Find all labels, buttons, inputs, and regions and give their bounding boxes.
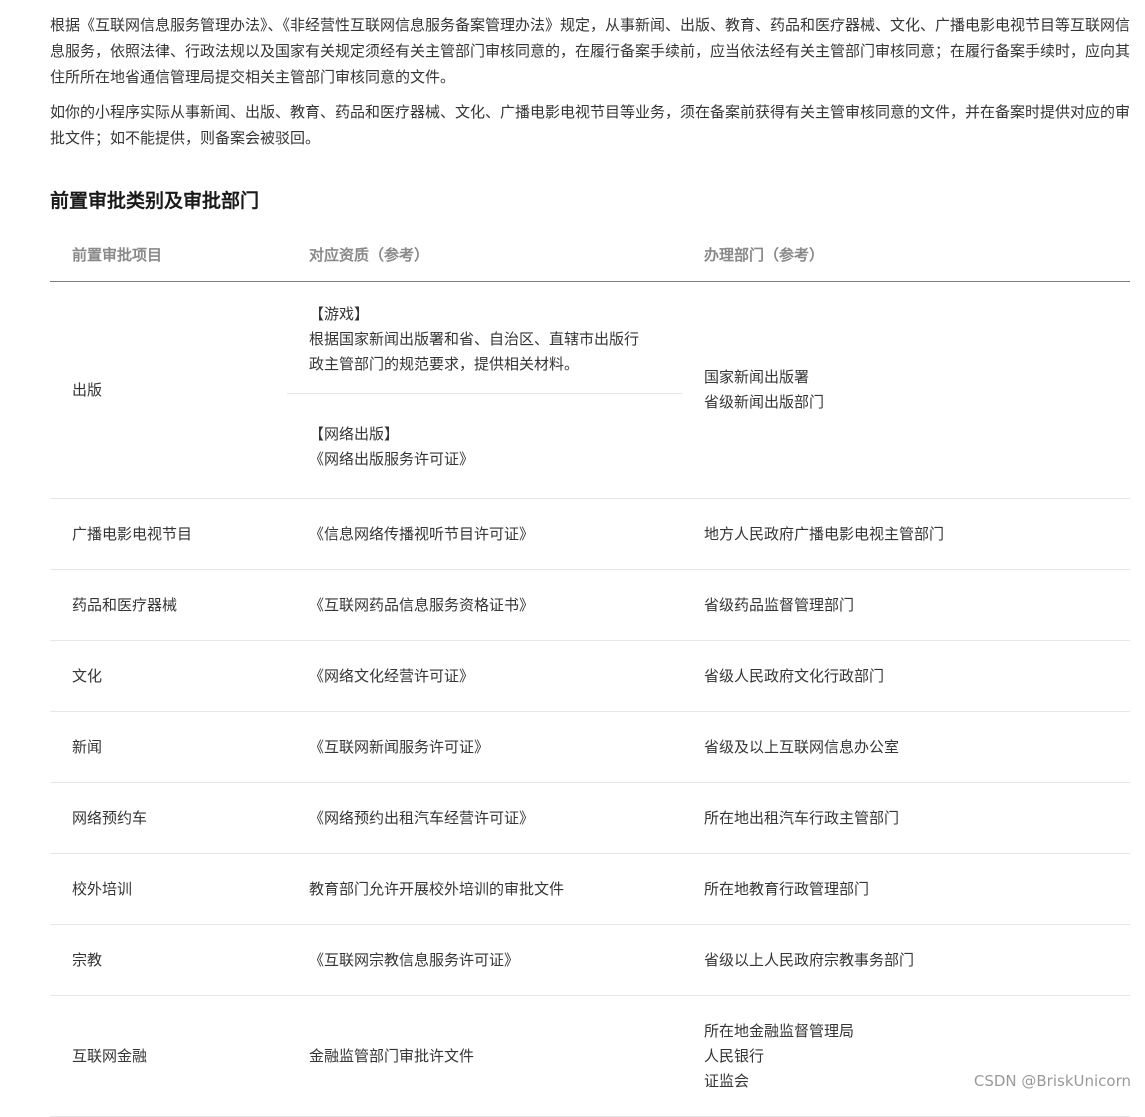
table-row-publishing: 出版 【游戏】 根据国家新闻出版署和省、自治区、直辖市出版行 政主管部门的规范要… xyxy=(50,281,1130,499)
table-header-row: 前置审批项目 对应资质（参考） 办理部门（参考） xyxy=(50,227,1130,282)
article-content: 根据《互联网信息服务管理办法》、《非经营性互联网信息服务备案管理办法》规定，从事… xyxy=(50,12,1130,1117)
game-desc-line-2: 政主管部门的规范要求，提供相关材料。 xyxy=(309,355,580,373)
section-title: 前置审批类别及审批部门 xyxy=(50,190,260,212)
table-row: 网络预约车 《网络预约出租汽车经营许可证》 所在地出租汽车行政主管部门 xyxy=(50,782,1130,854)
table-row: 广播电影电视节目 《信息网络传播视听节目许可证》 地方人民政府广播电影电视主管部… xyxy=(50,498,1130,570)
cell-department: 所在地金融监督管理局 人民银行 证监会 xyxy=(682,995,1130,1117)
cell-item: 网络预约车 xyxy=(50,782,287,854)
intro-paragraph-2: 如你的小程序实际从事新闻、出版、教育、药品和医疗器械、文化、广播电影电视节目等业… xyxy=(50,103,1131,147)
cell-item: 互联网金融 xyxy=(50,995,287,1117)
game-tag: 【游戏】 xyxy=(309,305,370,323)
table-row: 校外培训 教育部门允许开展校外培训的审批文件 所在地教育行政管理部门 xyxy=(50,853,1130,925)
cell-department: 省级及以上互联网信息办公室 xyxy=(682,711,1130,783)
table-row: 宗教 《互联网宗教信息服务许可证》 省级以上人民政府宗教事务部门 xyxy=(50,924,1130,996)
cell-item: 校外培训 xyxy=(50,853,287,925)
net-publishing-qualification: 【网络出版】 《网络出版服务许可证》 xyxy=(287,394,682,498)
header-item: 前置审批项目 xyxy=(50,227,287,282)
cell-qualification: 《互联网新闻服务许可证》 xyxy=(287,711,682,783)
dept-line-1: 所在地金融监督管理局 xyxy=(704,1021,855,1040)
cell-item: 出版 xyxy=(50,281,287,499)
cell-item: 新闻 xyxy=(50,711,287,783)
approval-table: 前置审批项目 对应资质（参考） 办理部门（参考） 出版 【游戏】 根据国家新闻出… xyxy=(50,227,1130,1117)
table-row: 药品和医疗器械 《互联网药品信息服务资格证书》 省级药品监督管理部门 xyxy=(50,569,1130,641)
cell-department: 省级药品监督管理部门 xyxy=(682,569,1130,641)
publishing-sub-cells: 【游戏】 根据国家新闻出版署和省、自治区、直辖市出版行 政主管部门的规范要求，提… xyxy=(287,282,682,498)
cell-qualification: 《网络文化经营许可证》 xyxy=(287,640,682,712)
cell-department: 所在地出租汽车行政主管部门 xyxy=(682,782,1130,854)
dept-line-2: 省级新闻出版部门 xyxy=(704,393,825,411)
cell-qualification: 《网络预约出租汽车经营许可证》 xyxy=(287,782,682,854)
cell-qualification: 《互联网宗教信息服务许可证》 xyxy=(287,924,682,996)
cell-qualification: 《互联网药品信息服务资格证书》 xyxy=(287,569,682,641)
cell-department: 所在地教育行政管理部门 xyxy=(682,853,1130,925)
cell-department: 省级人民政府文化行政部门 xyxy=(682,640,1130,712)
table-row: 新闻 《互联网新闻服务许可证》 省级及以上互联网信息办公室 xyxy=(50,711,1130,783)
cell-item: 宗教 xyxy=(50,924,287,996)
cell-item: 文化 xyxy=(50,640,287,712)
table-row-finance: 互联网金融 金融监管部门审批许文件 所在地金融监督管理局 人民银行 证监会 xyxy=(50,995,1130,1117)
dept-line-1: 国家新闻出版署 xyxy=(704,368,810,386)
dept-line-2: 人民银行 xyxy=(704,1046,765,1065)
cell-qualification: 金融监管部门审批许文件 xyxy=(287,995,682,1117)
net-desc: 《网络出版服务许可证》 xyxy=(309,450,475,468)
game-desc-line-1: 根据国家新闻出版署和省、自治区、直辖市出版行 xyxy=(309,330,640,348)
cell-department: 国家新闻出版署 省级新闻出版部门 xyxy=(682,281,1130,499)
cell-department: 省级以上人民政府宗教事务部门 xyxy=(682,924,1130,996)
cell-item: 药品和医疗器械 xyxy=(50,569,287,641)
header-qualification: 对应资质（参考） xyxy=(287,227,682,282)
table-row: 文化 《网络文化经营许可证》 省级人民政府文化行政部门 xyxy=(50,640,1130,712)
intro-paragraph-1: 根据《互联网信息服务管理办法》、《非经营性互联网信息服务备案管理办法》规定，从事… xyxy=(50,16,1131,86)
cell-department: 地方人民政府广播电影电视主管部门 xyxy=(682,498,1130,570)
cell-item: 广播电影电视节目 xyxy=(50,498,287,570)
game-qualification: 【游戏】 根据国家新闻出版署和省、自治区、直辖市出版行 政主管部门的规范要求，提… xyxy=(287,282,682,394)
cell-qualification: 教育部门允许开展校外培训的审批文件 xyxy=(287,853,682,925)
header-department: 办理部门（参考） xyxy=(682,227,1130,282)
cell-qualification: 《信息网络传播视听节目许可证》 xyxy=(287,498,682,570)
net-tag: 【网络出版】 xyxy=(309,425,400,443)
watermark: CSDN @BriskUnicorn xyxy=(973,1072,1131,1090)
cell-qualification: 【游戏】 根据国家新闻出版署和省、自治区、直辖市出版行 政主管部门的规范要求，提… xyxy=(287,281,682,499)
